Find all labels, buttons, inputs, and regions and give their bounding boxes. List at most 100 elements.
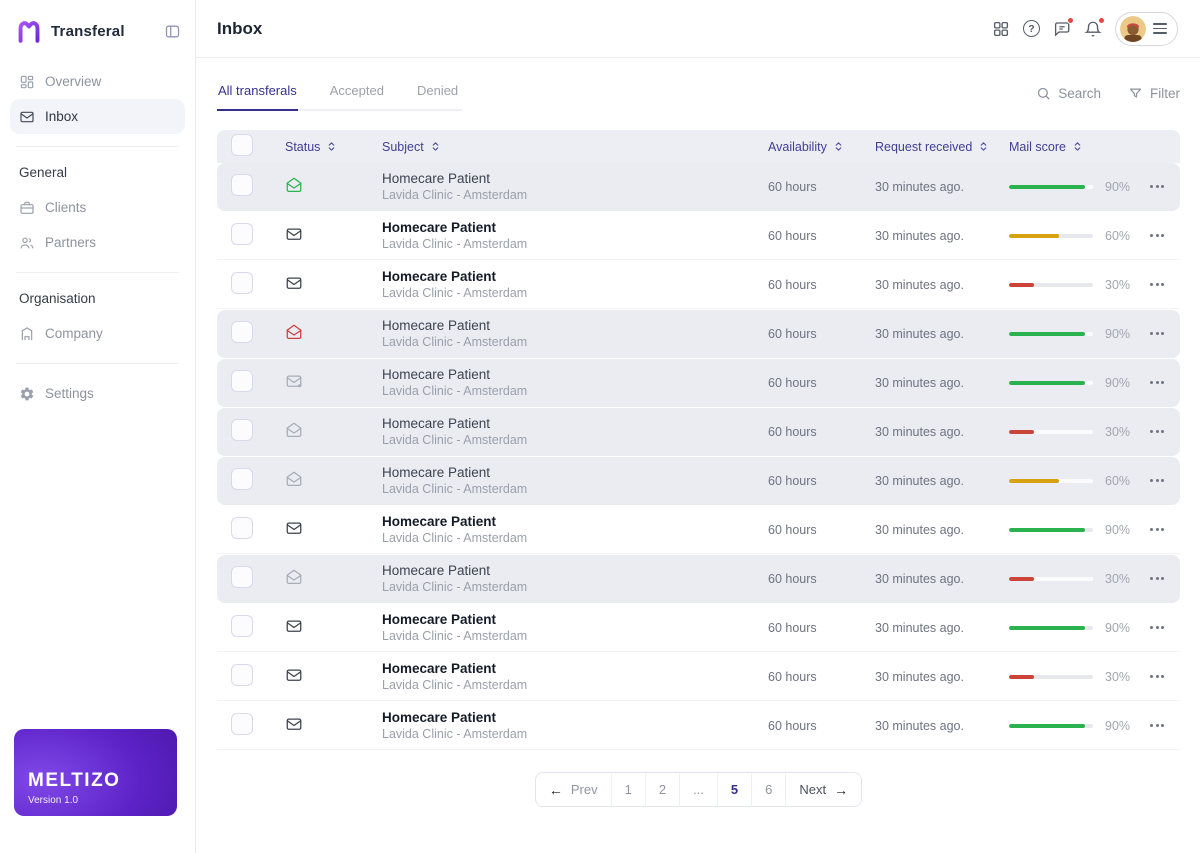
row-checkbox[interactable] — [231, 566, 253, 588]
row-menu-icon[interactable] — [1146, 718, 1168, 733]
content: All transferals Accepted Denied Search — [196, 58, 1200, 853]
row-menu-icon[interactable] — [1146, 375, 1168, 390]
user-menu[interactable] — [1115, 12, 1178, 46]
pagination-page-2[interactable]: 2 — [646, 773, 680, 806]
row-checkbox[interactable] — [231, 223, 253, 245]
row-score: 90% — [1105, 621, 1130, 635]
gear-icon — [19, 386, 35, 402]
tabs: All transferals Accepted Denied — [217, 75, 462, 111]
table-row[interactable]: Homecare Patient Lavida Clinic - Amsterd… — [217, 408, 1180, 456]
sidebar-item-partners[interactable]: Partners — [10, 225, 185, 260]
pagination-page-...[interactable]: ... — [680, 773, 718, 806]
table-row[interactable]: Homecare Patient Lavida Clinic - Amsterd… — [217, 261, 1180, 309]
topbar-icons: ? — [992, 12, 1178, 46]
table-row[interactable]: Homecare Patient Lavida Clinic - Amsterd… — [217, 653, 1180, 701]
users-icon — [19, 235, 35, 251]
chat-icon[interactable] — [1053, 20, 1071, 38]
filter-button[interactable]: Filter — [1128, 86, 1180, 101]
table-row[interactable]: Homecare Patient Lavida Clinic - Amsterd… — [217, 212, 1180, 260]
row-subject: Homecare Patient — [382, 465, 754, 482]
table-row[interactable]: Homecare Patient Lavida Clinic - Amsterd… — [217, 457, 1180, 505]
row-checkbox[interactable] — [231, 713, 253, 735]
row-checkbox[interactable] — [231, 419, 253, 441]
table-row[interactable]: Homecare Patient Lavida Clinic - Amsterd… — [217, 506, 1180, 554]
table-row[interactable]: Homecare Patient Lavida Clinic - Amsterd… — [217, 702, 1180, 750]
row-checkbox[interactable] — [231, 370, 253, 392]
sidebar-item-company[interactable]: Company — [10, 316, 185, 351]
mail-icon — [19, 109, 35, 125]
row-menu-icon[interactable] — [1146, 473, 1168, 488]
arrow-left-icon: ← — [549, 782, 563, 798]
row-checkbox[interactable] — [231, 664, 253, 686]
table-row[interactable]: Homecare Patient Lavida Clinic - Amsterd… — [217, 163, 1180, 211]
brand-logo-icon — [16, 18, 42, 44]
tab-denied[interactable]: Denied — [416, 75, 459, 111]
column-header-mail-score[interactable]: Mail score — [995, 140, 1146, 154]
row-availability: 60 hours — [754, 376, 861, 390]
pagination-page-1[interactable]: 1 — [612, 773, 646, 806]
table-row[interactable]: Homecare Patient Lavida Clinic - Amsterd… — [217, 310, 1180, 358]
sidebar-collapse-icon[interactable] — [164, 23, 181, 40]
help-icon[interactable]: ? — [1023, 20, 1040, 37]
apps-grid-icon[interactable] — [992, 20, 1010, 38]
main-area: Inbox ? — [196, 0, 1200, 853]
row-checkbox[interactable] — [231, 615, 253, 637]
row-checkbox[interactable] — [231, 174, 253, 196]
row-score: 90% — [1105, 523, 1130, 537]
row-organisation: Lavida Clinic - Amsterdam — [382, 678, 754, 692]
row-subject: Homecare Patient — [382, 563, 754, 580]
sidebar-item-clients[interactable]: Clients — [10, 190, 185, 225]
tab-all-transferals[interactable]: All transferals — [217, 75, 298, 111]
sidebar-item-inbox[interactable]: Inbox — [10, 99, 185, 134]
table-row[interactable]: Homecare Patient Lavida Clinic - Amsterd… — [217, 555, 1180, 603]
search-button[interactable]: Search — [1036, 86, 1101, 101]
row-score: 30% — [1105, 425, 1130, 439]
row-menu-icon[interactable] — [1146, 424, 1168, 439]
sidebar-item-label: Inbox — [45, 109, 78, 124]
pagination-prev-button[interactable]: ←Prev — [536, 773, 612, 806]
table-row[interactable]: Homecare Patient Lavida Clinic - Amsterd… — [217, 604, 1180, 652]
hamburger-icon — [1153, 23, 1167, 34]
column-header-availability[interactable]: Availability — [754, 140, 861, 154]
bell-icon[interactable] — [1084, 20, 1102, 38]
row-menu-icon[interactable] — [1146, 326, 1168, 341]
pagination-next-button[interactable]: Next→ — [786, 773, 861, 806]
row-menu-icon[interactable] — [1146, 277, 1168, 292]
pagination-page-6[interactable]: 6 — [752, 773, 786, 806]
column-header-request-received[interactable]: Request received — [861, 140, 995, 154]
row-subject: Homecare Patient — [382, 416, 754, 433]
row-received: 30 minutes ago. — [861, 180, 995, 194]
row-menu-icon[interactable] — [1146, 179, 1168, 194]
sidebar-item-overview[interactable]: Overview — [10, 64, 185, 99]
row-availability: 60 hours — [754, 229, 861, 243]
row-checkbox[interactable] — [231, 321, 253, 343]
select-all-checkbox[interactable] — [231, 134, 253, 156]
row-subject: Homecare Patient — [382, 612, 754, 629]
row-menu-icon[interactable] — [1146, 620, 1168, 635]
pagination-page-5[interactable]: 5 — [718, 773, 752, 806]
mail-score-bar — [1009, 626, 1093, 630]
row-menu-icon[interactable] — [1146, 669, 1168, 684]
row-checkbox[interactable] — [231, 517, 253, 539]
building-icon — [19, 326, 35, 342]
version-label: Version 1.0 — [28, 795, 163, 806]
row-subject: Homecare Patient — [382, 514, 754, 531]
row-received: 30 minutes ago. — [861, 621, 995, 635]
brand-name: Transferal — [51, 23, 125, 40]
row-menu-icon[interactable] — [1146, 522, 1168, 537]
row-checkbox[interactable] — [231, 272, 253, 294]
table-header: Status Subject Availability Request rece… — [217, 130, 1180, 163]
row-menu-icon[interactable] — [1146, 228, 1168, 243]
row-organisation: Lavida Clinic - Amsterdam — [382, 727, 754, 741]
mail-closed-dark-icon — [285, 666, 303, 684]
column-header-subject[interactable]: Subject — [382, 140, 754, 154]
row-checkbox[interactable] — [231, 468, 253, 490]
tab-accepted[interactable]: Accepted — [329, 75, 385, 111]
sidebar-section-heading: General — [10, 159, 185, 190]
row-menu-icon[interactable] — [1146, 571, 1168, 586]
sidebar-item-settings[interactable]: Settings — [10, 376, 185, 411]
table-row[interactable]: Homecare Patient Lavida Clinic - Amsterd… — [217, 359, 1180, 407]
mail-closed-dark-icon — [285, 715, 303, 733]
column-header-status[interactable]: Status — [271, 140, 382, 154]
mail-closed-dark-icon — [285, 617, 303, 635]
